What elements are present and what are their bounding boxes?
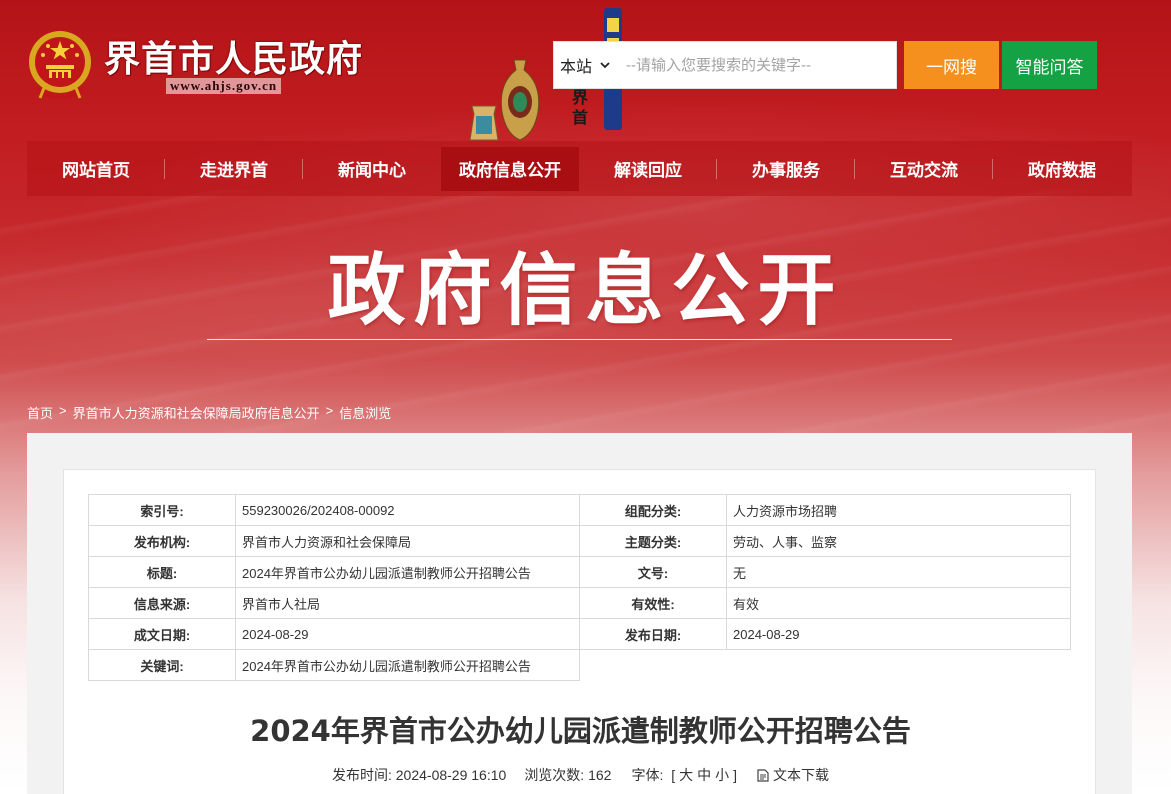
ai-qa-button[interactable]: 智能问答 — [1002, 41, 1097, 89]
org-label: 发布机构: — [88, 525, 236, 557]
font-large-button[interactable]: 大 — [677, 767, 695, 783]
published-date-label: 发布日期: — [579, 618, 727, 650]
topic-value: 劳动、人事、监察 — [726, 525, 1071, 557]
hero-title: 政府信息公开 — [327, 246, 844, 336]
publish-time-value: 2024-08-29 16:10 — [395, 767, 507, 783]
topic-label: 主题分类: — [579, 525, 727, 557]
nav-item-news[interactable]: 新闻中心 — [302, 147, 441, 191]
site-name[interactable]: 界首市人民政府 — [104, 30, 363, 82]
vase-decoration — [469, 59, 540, 141]
valid-value: 有效 — [726, 587, 1071, 619]
text-download-button[interactable]: 文本下载 — [757, 765, 829, 785]
table-row: 关键词: 2024年界首市公办幼儿园派遣制教师公开招聘公告 — [88, 649, 1071, 681]
chevron-down-icon — [600, 62, 610, 69]
font-medium-button[interactable]: 中 — [695, 767, 713, 783]
empty-cell — [727, 650, 1071, 681]
document-icon — [757, 768, 769, 782]
docno-label: 文号: — [579, 556, 727, 588]
title-value: 2024年界首市公办幼儿园派遣制教师公开招聘公告 — [235, 556, 580, 588]
keywords-label: 关键词: — [88, 649, 236, 681]
font-bracket-close: ] — [733, 767, 738, 783]
info-meta-table: 索引号: 559230026/202408-00092 组配分类: 人力资源市场… — [88, 494, 1071, 681]
font-bracket-open: [ — [671, 767, 676, 783]
article-title: 2024年界首市公办幼儿园派遣制教师公开招聘公告 — [250, 714, 911, 748]
org-value: 界首市人力资源和社会保障局 — [235, 525, 580, 557]
nav-item-about[interactable]: 走进界首 — [164, 147, 303, 191]
breadcrumb: 首页 > 界首市人力资源和社会保障局政府信息公开 > 信息浏览 — [27, 403, 391, 422]
nav-item-interpretation[interactable]: 解读回应 — [579, 147, 717, 191]
font-size-control: 字体: [大中小] — [629, 765, 739, 785]
group-value: 人力资源市场招聘 — [726, 494, 1071, 526]
font-small-button[interactable]: 小 — [713, 767, 731, 783]
table-row: 信息来源: 界首市人社局 有效性: 有效 — [88, 587, 1071, 619]
site-url: www.ahjs.gov.cn — [166, 78, 282, 94]
table-row: 发布机构: 界首市人力资源和社会保障局 主题分类: 劳动、人事、监察 — [88, 525, 1071, 557]
breadcrumb-separator: > — [59, 403, 67, 418]
search-scope-label: 本站 — [560, 59, 593, 76]
view-count: 浏览次数: 162 — [524, 765, 611, 785]
docno-value: 无 — [726, 556, 1071, 588]
breadcrumb-department[interactable]: 界首市人力资源和社会保障局政府信息公开 — [73, 403, 320, 422]
source-value: 界首市人社局 — [235, 587, 580, 619]
nav-item-info-disclosure[interactable]: 政府信息公开 — [441, 146, 579, 191]
nav-item-home[interactable]: 网站首页 — [27, 147, 165, 191]
national-emblem-icon — [29, 31, 91, 99]
view-count-value: 162 — [588, 767, 612, 783]
search-box: 本站 — [553, 41, 897, 89]
index-value: 559230026/202408-00092 — [235, 494, 580, 526]
breadcrumb-current[interactable]: 信息浏览 — [339, 403, 391, 422]
view-count-label: 浏览次数: — [524, 767, 585, 783]
breadcrumb-home[interactable]: 首页 — [27, 403, 53, 422]
deco-text: 界首 — [572, 88, 589, 127]
breadcrumb-separator: > — [325, 403, 334, 418]
nav-item-interaction[interactable]: 互动交流 — [854, 147, 993, 191]
title-label: 标题: — [88, 556, 236, 588]
search-input[interactable] — [622, 42, 896, 88]
empty-cell — [580, 650, 727, 681]
article-meta: 发布时间: 2024-08-29 16:10 浏览次数: 162 字体: [大中… — [64, 765, 1097, 785]
search-scope-select[interactable]: 本站 — [554, 42, 622, 88]
content-area: 索引号: 559230026/202408-00092 组配分类: 人力资源市场… — [27, 433, 1132, 794]
valid-label: 有效性: — [579, 587, 727, 619]
table-row: 成文日期: 2024-08-29 发布日期: 2024-08-29 — [88, 618, 1071, 650]
font-size-label: 字体: — [631, 767, 664, 783]
search-button[interactable]: 一网搜 — [904, 41, 999, 89]
nav-item-data[interactable]: 政府数据 — [992, 147, 1131, 191]
group-label: 组配分类: — [579, 494, 727, 526]
text-download-label: 文本下载 — [773, 767, 830, 783]
nav-item-services[interactable]: 办事服务 — [716, 147, 855, 191]
index-label: 索引号: — [88, 494, 236, 526]
article-card: 索引号: 559230026/202408-00092 组配分类: 人力资源市场… — [63, 469, 1096, 794]
source-label: 信息来源: — [88, 587, 236, 619]
published-date-value: 2024-08-29 — [726, 618, 1071, 650]
created-date-label: 成文日期: — [88, 618, 236, 650]
main-nav: 网站首页 走进界首 新闻中心 政府信息公开 解读回应 办事服务 互动交流 政府数… — [27, 141, 1132, 196]
created-date-value: 2024-08-29 — [235, 618, 580, 650]
table-row: 索引号: 559230026/202408-00092 组配分类: 人力资源市场… — [88, 494, 1071, 526]
publish-time-label: 发布时间: — [331, 767, 392, 783]
hero-divider — [207, 339, 952, 340]
keywords-value: 2024年界首市公办幼儿园派遣制教师公开招聘公告 — [235, 649, 580, 681]
publish-time: 发布时间: 2024-08-29 16:10 — [332, 765, 506, 785]
table-row: 标题: 2024年界首市公办幼儿园派遣制教师公开招聘公告 文号: 无 — [88, 556, 1071, 588]
